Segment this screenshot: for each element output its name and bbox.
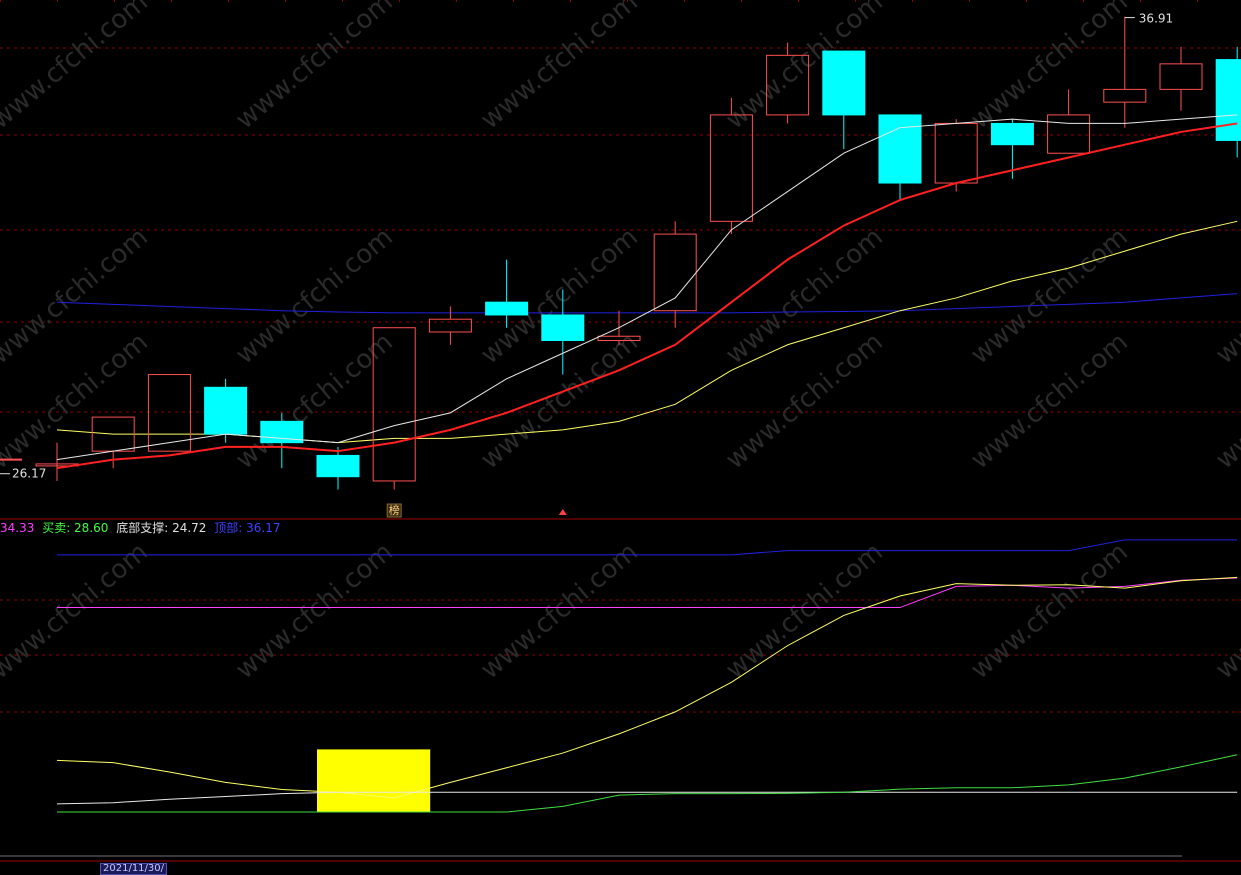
candle-bear — [316, 454, 360, 478]
stock-chart[interactable]: www.cfchi.com www.cfchi.com www.cfchi.com w… — [0, 0, 1241, 869]
candle-bull — [653, 233, 697, 312]
up-arrow-icon — [558, 509, 567, 515]
candle-bull — [428, 318, 472, 333]
date-cursor-tag: 2021/11/30/ — [100, 863, 168, 875]
watermark-text: www.cfchi.com — [475, 0, 644, 135]
candle-bull — [1047, 114, 1091, 154]
legend-value-1: 34.33 — [0, 521, 35, 535]
watermark-text: www.cfchi.com — [0, 537, 154, 685]
indicator-legend: 34.33 买卖: 28.60 底部支撑: 24.72 顶部: 36.17 — [0, 519, 285, 535]
watermark-text: www.cfchi.com — [0, 0, 154, 135]
watermark-text: www.cfchi.com — [230, 537, 399, 685]
candle-bull — [1103, 88, 1147, 103]
candle-bull — [934, 122, 978, 184]
candle-bull — [709, 114, 753, 222]
candle-bear — [990, 122, 1034, 146]
watermark-text: www.cfchi.com — [230, 0, 399, 135]
top-line — [57, 539, 1238, 556]
signal-block — [317, 749, 431, 812]
candle-bear — [822, 50, 866, 116]
candle-bull — [147, 374, 191, 452]
watermark-text: www.cfchi.com — [475, 537, 644, 685]
candle-bear — [485, 301, 529, 316]
marker-label: 榜 — [389, 503, 400, 517]
watermark-text: www.cfchi.com — [1210, 222, 1241, 370]
legend-bottom-support: 底部支撑: 24.72 — [116, 521, 207, 535]
legend-buy-sell: 买卖: 28.60 — [42, 521, 109, 535]
candle-bear — [204, 386, 248, 435]
high-label: 36.91 — [1139, 12, 1173, 26]
watermark-text: www.cfchi.com — [965, 537, 1134, 685]
low-label: 26.17 — [12, 467, 46, 481]
candle-bear — [878, 114, 922, 184]
candle-bull — [1159, 63, 1203, 90]
legend-top: 顶部: 36.17 — [214, 521, 281, 535]
candle-bear — [1215, 59, 1241, 141]
watermark-text: www.cfchi.com — [1210, 537, 1241, 685]
watermark-text: www.cfchi.com — [720, 537, 889, 685]
candle-bear — [541, 314, 585, 341]
